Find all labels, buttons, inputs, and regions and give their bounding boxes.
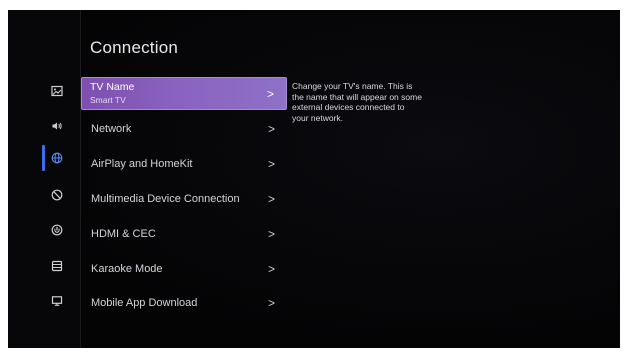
menu-item-airplay-homekit[interactable]: AirPlay and HomeKit > — [81, 147, 287, 182]
storage-icon[interactable] — [50, 259, 64, 273]
menu-item-hdmi-cec[interactable]: HDMI & CEC > — [81, 216, 287, 251]
chevron-right-icon: > — [267, 296, 275, 311]
sidebar-active-indicator — [42, 145, 45, 171]
settings-sidebar — [8, 10, 80, 348]
power-icon[interactable] — [50, 223, 64, 237]
picture-icon[interactable] — [50, 84, 64, 98]
menu-item-label: AirPlay and HomeKit — [91, 158, 193, 171]
globe-icon[interactable] — [50, 151, 64, 165]
chevron-right-icon: > — [267, 191, 275, 206]
chevron-right-icon: > — [267, 122, 275, 137]
page-title: Connection — [90, 38, 179, 57]
menu-item-label: Network — [91, 123, 132, 136]
chevron-right-icon: > — [267, 157, 275, 172]
chevron-right-icon: > — [267, 261, 275, 276]
accessibility-icon[interactable] — [50, 188, 64, 202]
chevron-right-icon: > — [266, 86, 274, 101]
menu-item-karaoke-mode[interactable]: Karaoke Mode > — [81, 251, 287, 286]
menu-item-label: HDMI & CEC — [91, 227, 156, 240]
connection-menu: TV Name Smart TV > Network > AirPlay and… — [81, 77, 287, 321]
menu-item-tv-name[interactable]: TV Name Smart TV > — [81, 77, 287, 110]
menu-item-label: Mobile App Download — [91, 297, 198, 310]
menu-item-label: TV Name — [90, 81, 135, 93]
screen-icon[interactable] — [50, 294, 64, 308]
chevron-right-icon: > — [267, 226, 275, 241]
sound-icon[interactable] — [50, 119, 64, 133]
menu-item-label: Multimedia Device Connection — [91, 192, 240, 205]
menu-item-label: Karaoke Mode — [91, 262, 163, 275]
menu-item-mobile-app-download[interactable]: Mobile App Download > — [81, 286, 287, 321]
tv-screen: Connection TV Name Smart TV > Network > … — [8, 10, 620, 348]
help-description: Change your TV's name. This is the name … — [292, 81, 422, 123]
menu-item-value: Smart TV — [90, 95, 126, 105]
menu-item-multimedia-device-connection[interactable]: Multimedia Device Connection > — [81, 182, 287, 217]
menu-item-network[interactable]: Network > — [81, 112, 287, 147]
